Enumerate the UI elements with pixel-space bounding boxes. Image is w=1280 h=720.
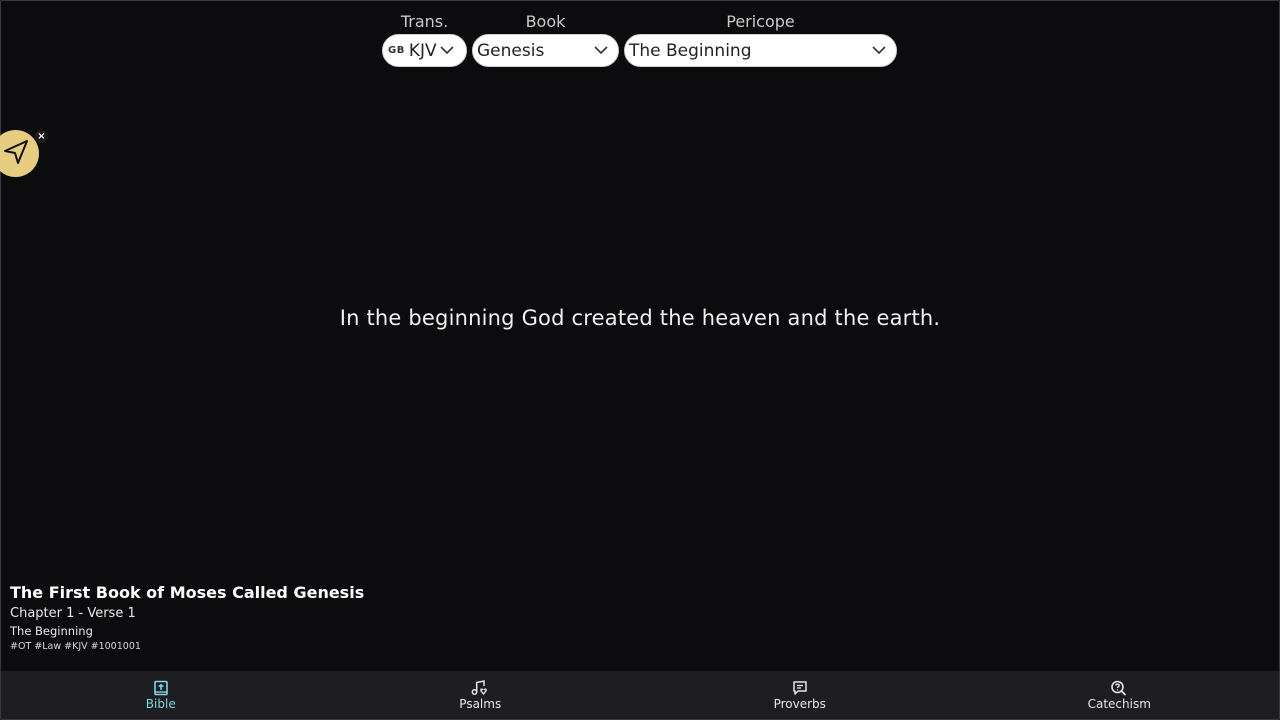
translation-selector: Trans. GB KJV [382, 12, 467, 67]
close-share-button[interactable]: × [35, 130, 48, 143]
verse-text: In the beginning God created the heaven … [339, 306, 941, 330]
chapter-verse: Chapter 1 - Verse 1 [10, 606, 136, 621]
bible-icon [153, 680, 169, 696]
verse-meta: The First Book of Moses Called Genesis C… [10, 583, 364, 652]
translation-value: KJV [408, 40, 437, 61]
pericope-dropdown[interactable]: The Beginning [624, 34, 897, 67]
nav-item-catechism[interactable]: Catechism [960, 671, 1280, 719]
bottom-nav: Bible Psalms Proverbs Catechism [1, 671, 1279, 719]
translation-label: Trans. [400, 12, 449, 31]
pericope-name: The Beginning [10, 624, 93, 638]
nav-item-bible[interactable]: Bible [1, 671, 321, 719]
pericope-value: The Beginning [629, 40, 752, 61]
book-dropdown[interactable]: Genesis [472, 34, 619, 67]
book-value: Genesis [477, 40, 545, 61]
flag-icon: GB [388, 45, 405, 56]
nav-label-bible: Bible [145, 696, 176, 711]
book-label: Book [525, 12, 566, 31]
book-selector: Book Genesis [472, 12, 619, 67]
nav-item-psalms[interactable]: Psalms [321, 671, 641, 719]
nav-label-catechism: Catechism [1087, 696, 1151, 711]
chevron-down-icon [440, 46, 454, 55]
tags: #OT #Law #KJV #1001001 [10, 641, 141, 652]
selector-bar: Trans. GB KJV Book Genesis Pericope The … [382, 12, 897, 67]
share-button[interactable] [0, 130, 39, 177]
pericope-label: Pericope [726, 12, 795, 31]
chevron-down-icon [872, 46, 886, 55]
chevron-down-icon [594, 46, 608, 55]
nav-item-proverbs[interactable]: Proverbs [640, 671, 960, 719]
chat-bubble-icon [792, 680, 808, 696]
search-question-icon [1110, 680, 1128, 696]
pericope-selector: Pericope The Beginning [624, 12, 897, 67]
nav-label-proverbs: Proverbs [773, 696, 826, 711]
nav-label-psalms: Psalms [459, 696, 502, 711]
book-full-title: The First Book of Moses Called Genesis [10, 583, 365, 602]
music-heart-icon [471, 679, 489, 696]
send-icon [2, 138, 30, 170]
translation-dropdown[interactable]: GB KJV [382, 34, 467, 67]
translation-value-wrap: GB KJV [388, 41, 437, 61]
